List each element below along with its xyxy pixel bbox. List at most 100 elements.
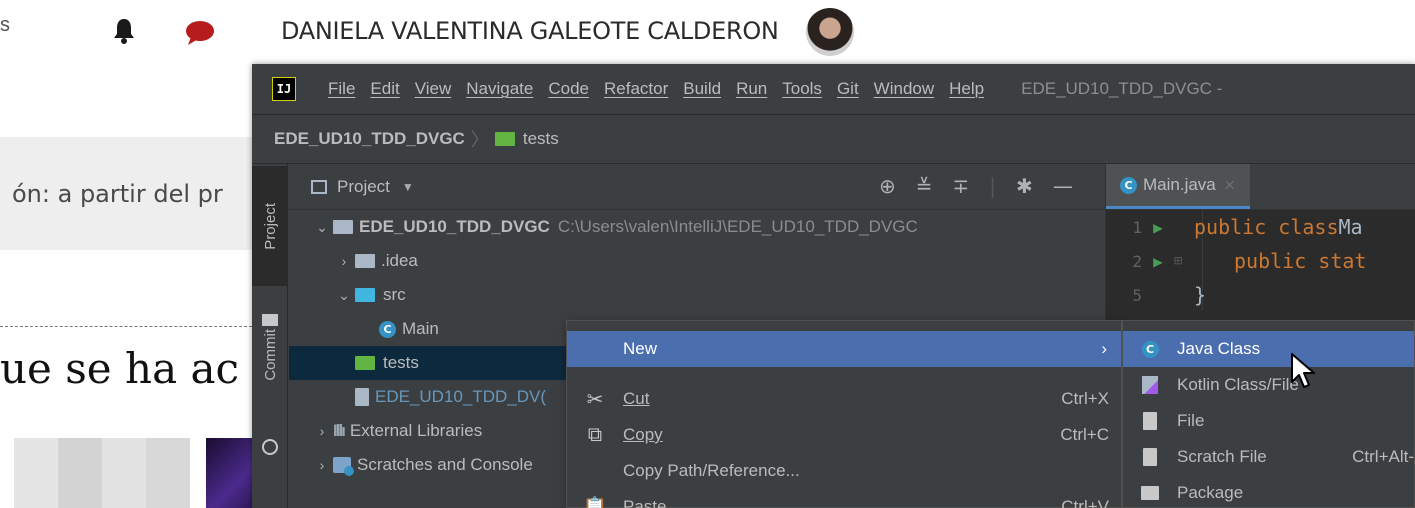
toolbar-divider: | (989, 174, 997, 198)
project-view-label: Project (337, 176, 390, 196)
menu-tools[interactable]: Tools (782, 79, 822, 99)
tab-project-label: Project (261, 202, 279, 250)
file-icon-wrap (1123, 412, 1177, 430)
close-icon[interactable]: ✕ (1224, 177, 1236, 194)
menu-item-label: Package (1177, 483, 1244, 502)
run-gutter-icon[interactable]: ▶ (1142, 218, 1174, 237)
menu-help[interactable]: Help (949, 79, 984, 99)
tree-item-idea[interactable]: › .idea (289, 244, 1105, 278)
menu-file[interactable]: File (328, 79, 355, 99)
breadcrumb: EDE_UD10_TDD_DVGC 〉 tests (252, 114, 1415, 164)
copy-icon: ⧉ (587, 423, 603, 446)
web-thumbnail[interactable] (14, 438, 190, 508)
menu-item-cut[interactable]: ✂ Cut Ctrl+X (567, 381, 1121, 417)
menu-build[interactable]: Build (683, 79, 721, 99)
bell-icon[interactable] (112, 18, 136, 44)
tree-libraries-label: External Libraries (349, 421, 483, 440)
menu-item-new[interactable]: New › (567, 331, 1121, 367)
web-left-fragment: s (0, 14, 10, 36)
menu-item-file[interactable]: File (1123, 403, 1414, 439)
code-keyword: public stat (1234, 249, 1367, 273)
menu-shortcut: Ctrl+Alt- (1352, 447, 1414, 466)
menu-window[interactable]: Window (874, 79, 934, 99)
library-icon: Illı (333, 421, 346, 440)
menu-run[interactable]: Run (736, 79, 767, 99)
chevron-down-icon[interactable]: ⌄ (311, 219, 333, 236)
web-divider (0, 326, 262, 327)
line-number: 5 (1132, 285, 1142, 305)
menu-item-label: Kotlin Class/File (1177, 375, 1299, 394)
code-line: 2 ▶ ⊞ public stat (1106, 244, 1415, 278)
avatar[interactable] (806, 8, 854, 56)
menu-item-label: File (1177, 411, 1205, 430)
tab-project[interactable]: Project (252, 166, 288, 286)
menu-item-label: New (623, 339, 658, 358)
hide-icon[interactable]: — (1053, 174, 1073, 198)
tree-item-src[interactable]: ⌄ src (289, 278, 1105, 312)
web-heading: ue se ha ac (0, 344, 240, 393)
chevron-right-icon[interactable]: › (311, 423, 333, 439)
menu-item-scratch-file[interactable]: Scratch File Ctrl+Alt- (1123, 439, 1414, 475)
menu-item-copy[interactable]: ⧉ Copy Ctrl+C (567, 417, 1121, 453)
test-folder-icon (355, 356, 375, 370)
menu-item-label: Java Class (1177, 339, 1261, 358)
menu-item-label: Paste (623, 497, 667, 508)
paste-icon: 📋 (582, 496, 608, 508)
menu-shortcut: Ctrl+C (1060, 425, 1109, 444)
menu-shortcut: Ctrl+V (1061, 497, 1109, 508)
menu-item-kotlin-class[interactable]: Kotlin Class/File (1123, 367, 1414, 403)
tree-root-path: C:\Users\valen\IntelliJ\EDE_UD10_TDD_DVG… (557, 217, 918, 236)
tab-commit[interactable]: Commit (252, 290, 288, 420)
chat-icon[interactable] (185, 20, 215, 46)
breadcrumb-tests[interactable]: tests (494, 129, 559, 149)
menu-view[interactable]: View (415, 79, 452, 99)
project-view-selector[interactable]: Project ▼ (311, 177, 414, 197)
chevron-down-icon[interactable]: ⌄ (333, 287, 355, 304)
breadcrumb-separator-icon: 〉 (470, 130, 489, 151)
menu-shortcut: Ctrl+X (1061, 389, 1109, 408)
menu-item-copy-path[interactable]: Copy Path/Reference... (567, 453, 1121, 489)
menu-item-label: Copy Path/Reference... (623, 461, 800, 480)
menu-navigate[interactable]: Navigate (466, 79, 533, 99)
chevron-right-icon[interactable]: › (311, 457, 333, 473)
editor-tab-label: Main.java (1143, 175, 1216, 194)
fold-icon[interactable]: ⊞ (1174, 253, 1194, 269)
tree-item-root[interactable]: ⌄ EDE_UD10_TDD_DVGC C:\Users\valen\Intel… (289, 210, 1105, 244)
run-gutter-icon[interactable]: ▶ (1142, 252, 1174, 271)
chevron-right-icon[interactable]: › (333, 253, 355, 269)
menu-refactor[interactable]: Refactor (604, 79, 668, 99)
new-submenu: C Java Class Kotlin Class/File File Scra… (1122, 320, 1415, 508)
locate-icon[interactable]: ⊕ (879, 174, 896, 198)
expand-all-icon[interactable]: ≚ (916, 174, 933, 198)
intellij-logo-icon: IJ (272, 77, 296, 101)
gear-icon[interactable]: ✱ (1016, 174, 1033, 198)
code-keyword: public class (1194, 215, 1339, 239)
folder-icon (355, 254, 375, 268)
breadcrumb-tests-label: tests (522, 129, 559, 148)
mouse-cursor-icon (1291, 353, 1315, 388)
breadcrumb-project[interactable]: EDE_UD10_TDD_DVGC (274, 129, 465, 149)
scratch-icon-wrap (1123, 448, 1177, 466)
menu-bar: IJ File Edit View Navigate Code Refactor… (252, 64, 1415, 114)
scissors-icon: ✂ (586, 388, 604, 411)
java-class-icon: C (1120, 176, 1137, 194)
menu-item-paste[interactable]: 📋 Paste Ctrl+V (567, 489, 1121, 508)
user-name[interactable]: DANIELA VALENTINA GALEOTE CALDERON (281, 17, 779, 45)
java-class-icon: C (1141, 340, 1159, 358)
menu-item-java-class[interactable]: C Java Class (1123, 331, 1414, 367)
editor-tab-main[interactable]: C Main.java ✕ (1106, 164, 1250, 209)
panel-toolbar: ⊕ ≚ ∓ | ✱ — (879, 174, 1073, 198)
tree-iml-label: EDE_UD10_TDD_DV( (375, 387, 546, 406)
menu-code[interactable]: Code (548, 79, 589, 99)
source-folder-icon (355, 288, 375, 302)
tree-tests-label: tests (383, 353, 419, 372)
collapse-all-icon[interactable]: ∓ (953, 174, 970, 198)
java-class-icon: C (379, 320, 396, 338)
menu-git[interactable]: Git (837, 79, 859, 99)
project-panel-header: Project ▼ ⊕ ≚ ∓ | ✱ — (289, 164, 1105, 210)
menu-edit[interactable]: Edit (370, 79, 399, 99)
menu-item-package[interactable]: Package (1123, 475, 1414, 508)
web-top-bar: s DANIELA VALENTINA GALEOTE CALDERON (0, 0, 1415, 64)
package-icon-wrap (1123, 486, 1177, 500)
tree-idea-label: .idea (381, 251, 418, 270)
